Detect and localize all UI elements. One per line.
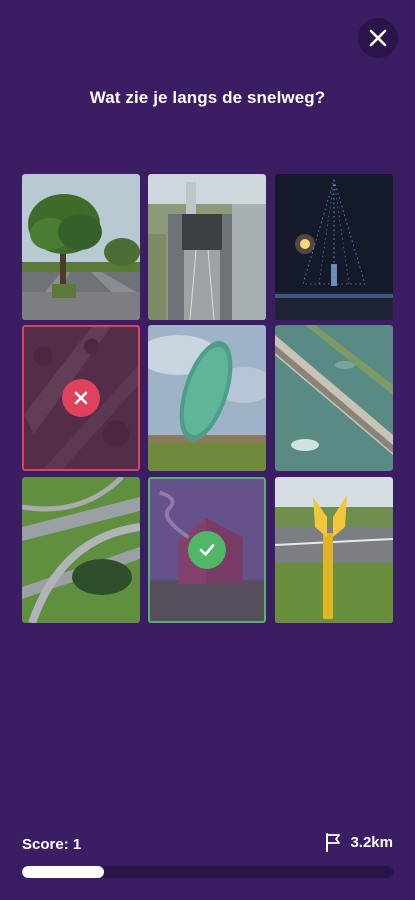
tunnel-entrance-image	[148, 174, 266, 320]
check-icon	[199, 544, 215, 556]
storm-barrier-image	[275, 325, 393, 471]
interchange-image	[22, 477, 140, 623]
tile-yellow-post[interactable]	[275, 477, 393, 623]
yellow-post-image	[275, 477, 393, 623]
image-grid	[22, 174, 393, 623]
close-button[interactable]	[358, 18, 398, 58]
progress-bar	[22, 866, 393, 878]
tile-red-house-smoke[interactable]	[148, 477, 266, 623]
tile-storm-barrier[interactable]	[275, 325, 393, 471]
tile-interchange[interactable]	[22, 477, 140, 623]
tile-green-sculpture[interactable]	[148, 325, 266, 471]
light-tree-night-image	[275, 174, 393, 320]
cross-icon	[74, 391, 88, 405]
distance-indicator: 3.2km	[324, 832, 393, 852]
tree-highway-image	[22, 174, 140, 320]
score-label: Score: 1	[22, 836, 82, 853]
right-badge	[188, 531, 226, 569]
tile-light-tree-night[interactable]	[275, 174, 393, 320]
wrong-badge	[62, 379, 100, 417]
close-icon	[369, 29, 387, 47]
question-title: Wat zie je langs de snelweg?	[89, 88, 326, 107]
tile-tree-highway[interactable]	[22, 174, 140, 320]
progress-fill	[22, 866, 104, 878]
tile-aerial-forest-road[interactable]	[22, 325, 140, 471]
flag-icon	[326, 833, 341, 852]
tile-tunnel-entrance[interactable]	[148, 174, 266, 320]
distance-label: 3.2km	[350, 833, 393, 851]
green-sculpture-image	[148, 325, 266, 471]
